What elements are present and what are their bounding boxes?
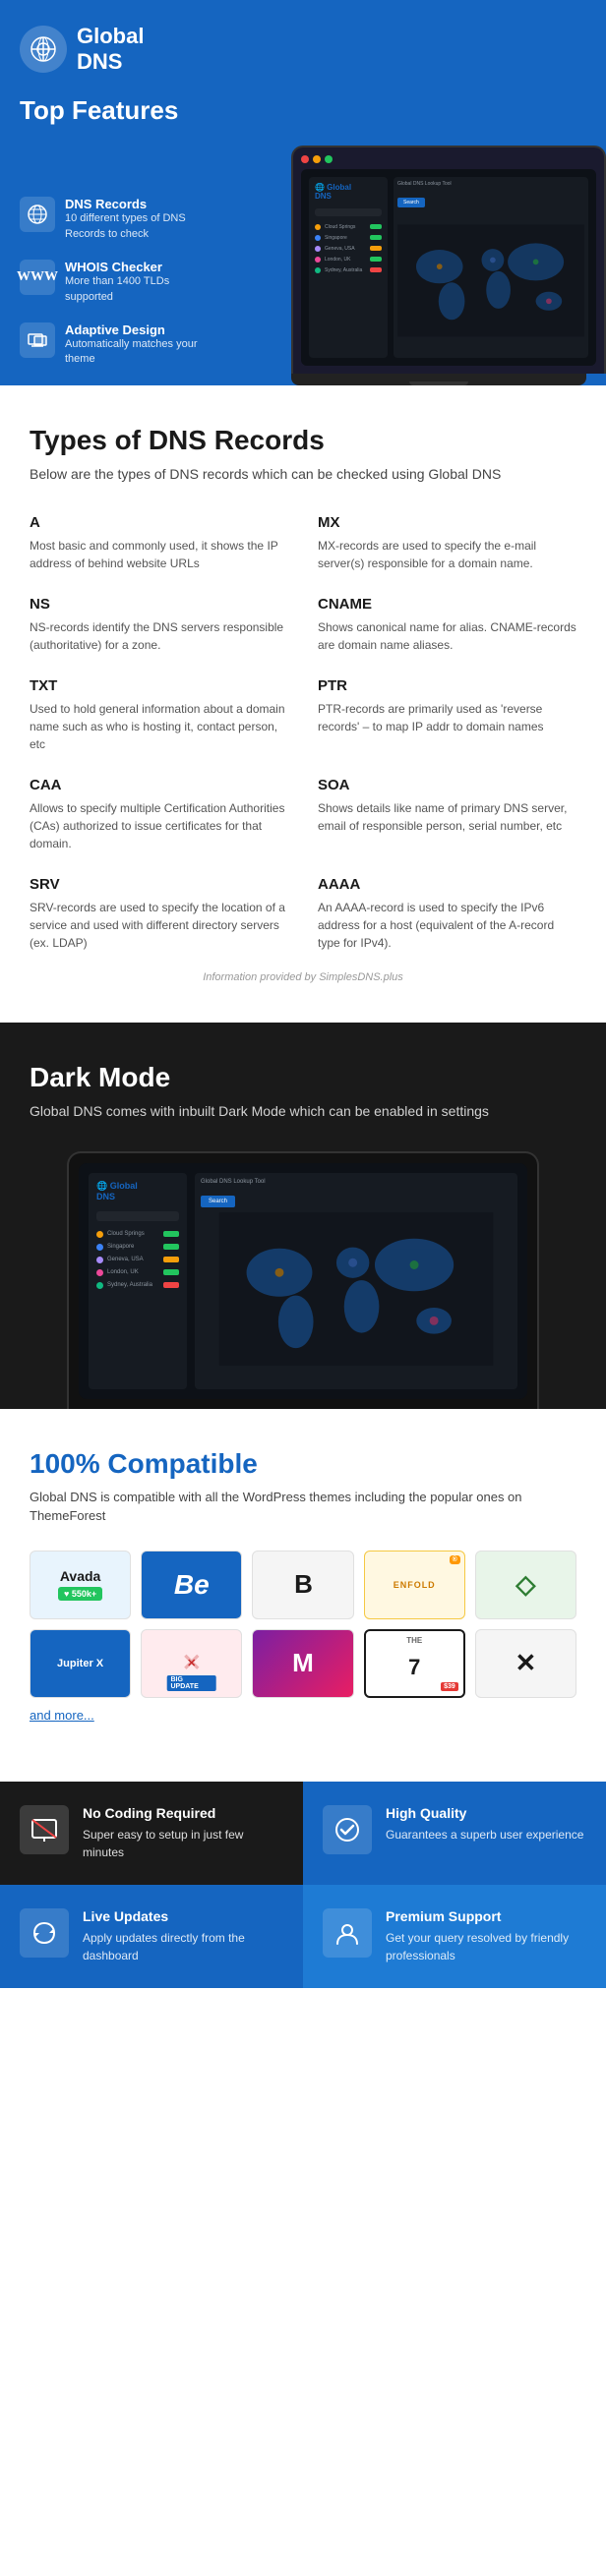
premium-support-text: Premium Support Get your query resolved … <box>386 1908 586 1964</box>
features-bottom: No Coding Required Super easy to setup i… <box>0 1782 606 1988</box>
features-list: DNS Records 10 different types of DNS Re… <box>20 197 216 384</box>
dns-section-subtitle: Below are the types of DNS records which… <box>30 464 576 485</box>
adaptive-icon <box>20 322 55 358</box>
compat-subtitle: Global DNS is compatible with all the Wo… <box>30 1488 576 1526</box>
theme-x-black: ✕ <box>475 1629 576 1698</box>
dark-screen: 🌐 GlobalDNS Cloud Springs Singapore <box>79 1163 527 1399</box>
dns-item-caa: CAA Allows to specify multiple Certifica… <box>30 777 288 852</box>
feat-premium-support: Premium Support Get your query resolved … <box>303 1885 606 1988</box>
screen-row: Sydney, Australia <box>315 267 382 273</box>
dns-section-title: Types of DNS Records <box>30 425 576 456</box>
compat-title: 100% Compatible <box>30 1448 576 1480</box>
laptop-screen: 🌐 GlobalDNS Cloud Springs Singapore <box>301 169 596 366</box>
dark-sidebar: 🌐 GlobalDNS Cloud Springs Singapore <box>89 1173 187 1389</box>
dns-item-ns: NS NS-records identify the DNS servers r… <box>30 596 288 654</box>
logo-icon <box>20 26 67 73</box>
dark-mode-section: Dark Mode Global DNS comes with inbuilt … <box>0 1023 606 1409</box>
theme-x-red: ✕ ✕ BIG UPDATE <box>141 1629 242 1698</box>
dns-item-a: A Most basic and commonly used, it shows… <box>30 514 288 572</box>
dns-item-ptr: PTR PTR-records are primarily used as 'r… <box>318 677 576 753</box>
live-updates-text: Live Updates Apply updates directly from… <box>83 1908 283 1964</box>
dns-records-section: Types of DNS Records Below are the types… <box>0 385 606 1023</box>
dark-logo: 🌐 GlobalDNS <box>96 1181 179 1201</box>
theme-b: B <box>252 1551 353 1619</box>
high-quality-icon <box>323 1805 372 1854</box>
feature-dns-records: DNS Records 10 different types of DNS Re… <box>20 197 216 242</box>
dns-item-cname: CNAME Shows canonical name for alias. CN… <box>318 596 576 654</box>
laptop-screen-container: 🌐 GlobalDNS Cloud Springs Singapore <box>291 146 606 374</box>
feature-whois: WWW WHOIS Checker More than 1400 TLDs su… <box>20 260 216 305</box>
info-note: Information provided by SimplesDNS.plus <box>30 971 576 983</box>
screen-row: Geneva, USA <box>315 246 382 252</box>
whois-icon: WWW <box>20 260 55 295</box>
dark-mode-subtitle: Global DNS comes with inbuilt Dark Mode … <box>30 1101 576 1122</box>
theme-be: Be <box>141 1551 242 1619</box>
screen-logo: 🌐 GlobalDNS <box>315 183 382 201</box>
feat-live-updates: Live Updates Apply updates directly from… <box>0 1885 303 1988</box>
dns-item-mx: MX MX-records are used to specify the e-… <box>318 514 576 572</box>
adaptive-text: Adaptive Design Automatically matches yo… <box>65 322 216 368</box>
dns-records-icon <box>20 197 55 232</box>
dark-mode-title: Dark Mode <box>30 1062 576 1093</box>
themes-grid: Avada ♥ 550k+ Be B ENFOLD ® ◇ Jupiter X … <box>30 1551 576 1698</box>
dns-records-text: DNS Records 10 different types of DNS Re… <box>65 197 216 242</box>
hero-section: Global DNS Top Features DNS Records <box>0 0 606 385</box>
feature-adaptive: Adaptive Design Automatically matches yo… <box>20 322 216 368</box>
theme-enfold: ENFOLD ® <box>364 1551 465 1619</box>
dark-main-screen: Global DNS Lookup Tool Search <box>195 1173 517 1389</box>
screen-sidebar: 🌐 GlobalDNS Cloud Springs Singapore <box>309 177 388 358</box>
screen-row: Cloud Springs <box>315 224 382 230</box>
theme-diamond: ◇ <box>475 1551 576 1619</box>
feat-no-coding: No Coding Required Super easy to setup i… <box>0 1782 303 1885</box>
screen-row: Singapore <box>315 235 382 241</box>
premium-support-icon <box>323 1908 372 1958</box>
screen-main: Global DNS Lookup Tool Search <box>394 177 588 358</box>
live-updates-icon <box>20 1908 69 1958</box>
dns-grid: A Most basic and commonly used, it shows… <box>30 514 576 952</box>
dns-item-txt: TXT Used to hold general information abo… <box>30 677 288 753</box>
screen-row: London, UK <box>315 257 382 263</box>
no-coding-icon <box>20 1805 69 1854</box>
high-quality-text: High Quality Guarantees a superb user ex… <box>386 1805 583 1844</box>
dark-laptop: 🌐 GlobalDNS Cloud Springs Singapore <box>67 1151 539 1409</box>
and-more: and more... <box>30 1708 576 1723</box>
logo-text: Global DNS <box>77 24 144 76</box>
dns-item-aaaa: AAAA An AAAA-record is used to specify t… <box>318 876 576 952</box>
dns-item-srv: SRV SRV-records are used to specify the … <box>30 876 288 952</box>
theme-avada: Avada ♥ 550k+ <box>30 1551 131 1619</box>
screen-search-bar <box>315 208 382 216</box>
compat-section: 100% Compatible Global DNS is compatible… <box>0 1409 606 1782</box>
logo-row: Global DNS <box>20 24 586 76</box>
dns-item-soa: SOA Shows details like name of primary D… <box>318 777 576 852</box>
theme-7: THE 7 $39 <box>364 1629 465 1698</box>
hero-title: Top Features <box>20 95 586 126</box>
whois-text: WHOIS Checker More than 1400 TLDs suppor… <box>65 260 216 305</box>
feat-high-quality: High Quality Guarantees a superb user ex… <box>303 1782 606 1885</box>
no-coding-text: No Coding Required Super easy to setup i… <box>83 1805 283 1861</box>
hero-content: DNS Records 10 different types of DNS Re… <box>20 146 586 385</box>
theme-jupiter: Jupiter X <box>30 1629 131 1698</box>
theme-m: M <box>252 1629 353 1698</box>
hero-laptop-mockup: 🌐 GlobalDNS Cloud Springs Singapore <box>226 146 586 385</box>
